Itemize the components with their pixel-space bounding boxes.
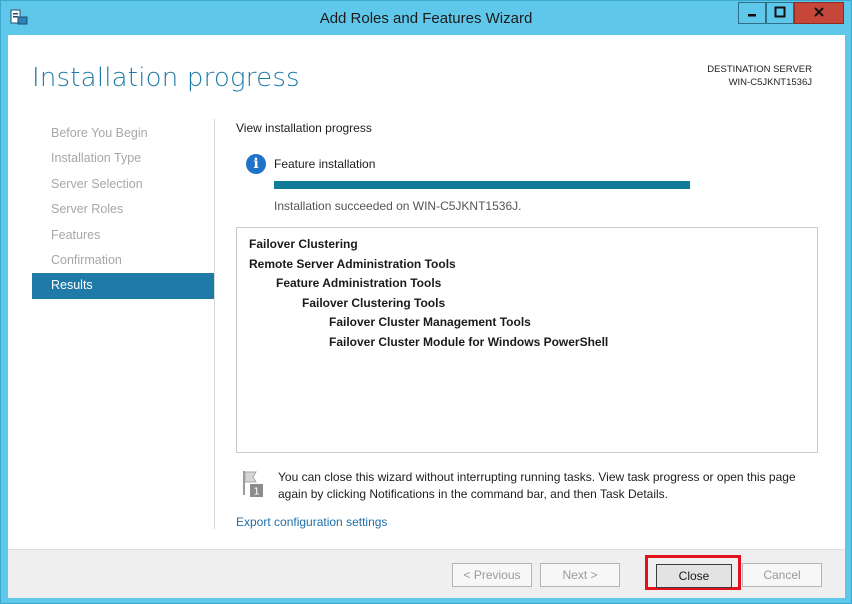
page-title: Installation progress bbox=[32, 63, 300, 93]
feature-installation-title: Feature installation bbox=[274, 157, 376, 171]
result-item: Remote Server Administration Tools bbox=[249, 256, 456, 271]
notification-note: You can close this wizard without interr… bbox=[278, 470, 796, 501]
result-item: Failover Cluster Module for Windows Powe… bbox=[329, 334, 609, 349]
window-title: Add Roles and Features Wizard bbox=[319, 10, 533, 27]
result-item: Failover Cluster Management Tools bbox=[329, 315, 531, 330]
nav-item-server-roles[interactable]: Server Roles bbox=[32, 197, 214, 222]
export-configuration-link[interactable]: Export configuration settings bbox=[236, 515, 387, 529]
destination-server: DESTINATION SERVER WIN-C5JKNT1536J bbox=[707, 63, 812, 89]
nav-item-features[interactable]: Features bbox=[32, 223, 214, 248]
close-button[interactable]: Close bbox=[656, 564, 732, 588]
result-item: Failover Clustering bbox=[249, 237, 358, 251]
close-button-highlight: Close bbox=[645, 555, 741, 590]
destination-server-name: WIN-C5JKNT1536J bbox=[728, 77, 812, 88]
title-bar[interactable]: Add Roles and Features Wizard bbox=[1, 1, 851, 35]
destination-label: DESTINATION SERVER bbox=[707, 64, 812, 75]
maximize-icon bbox=[774, 6, 786, 21]
installation-progress-bar bbox=[274, 181, 690, 189]
nav-divider bbox=[214, 119, 215, 529]
nav-item-before-you-begin[interactable]: Before You Begin bbox=[32, 121, 214, 146]
cancel-button[interactable]: Cancel bbox=[742, 563, 822, 587]
progress-fill bbox=[274, 181, 690, 189]
minimize-button[interactable] bbox=[738, 2, 766, 24]
wizard-nav: Before You Begin Installation Type Serve… bbox=[32, 121, 214, 299]
next-button[interactable]: Next > bbox=[540, 563, 620, 587]
info-icon: i bbox=[246, 154, 266, 174]
results-list[interactable]: Failover Clustering Remote Server Admini… bbox=[236, 227, 818, 453]
wizard-window: Add Roles and Features Wizard Installati… bbox=[0, 0, 852, 604]
result-item: Failover Clustering Tools bbox=[302, 295, 446, 310]
notification-flag-icon: 1 bbox=[240, 469, 266, 499]
svg-text:1: 1 bbox=[253, 487, 259, 498]
nav-item-results[interactable]: Results bbox=[32, 273, 214, 299]
window-close-button[interactable] bbox=[794, 2, 844, 24]
nav-item-server-selection[interactable]: Server Selection bbox=[32, 172, 214, 197]
previous-button[interactable]: < Previous bbox=[452, 563, 532, 587]
wizard-body: Installation progress DESTINATION SERVER… bbox=[8, 35, 845, 598]
maximize-button[interactable] bbox=[766, 2, 794, 24]
installation-status: Installation succeeded on WIN-C5JKNT1536… bbox=[274, 199, 522, 213]
minimize-icon bbox=[746, 6, 758, 21]
result-item: Feature Administration Tools bbox=[276, 276, 442, 291]
nav-item-confirmation[interactable]: Confirmation bbox=[32, 248, 214, 273]
close-icon bbox=[813, 6, 825, 21]
section-label: View installation progress bbox=[236, 121, 372, 135]
nav-item-installation-type[interactable]: Installation Type bbox=[32, 146, 214, 171]
wizard-footer: < Previous Next > Close Cancel bbox=[8, 549, 845, 598]
